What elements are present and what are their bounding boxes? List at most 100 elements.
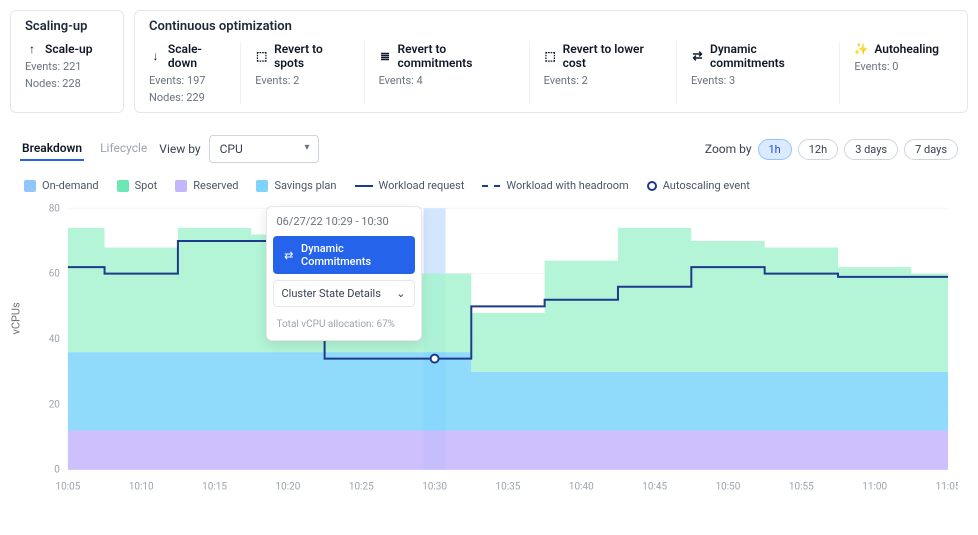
svg-text:10:20: 10:20 xyxy=(276,482,301,493)
zoom-pill-1h[interactable]: 1h xyxy=(758,139,792,160)
svg-text:10:15: 10:15 xyxy=(202,482,227,493)
metric-head: ↑ Scale-up xyxy=(25,42,92,56)
svg-text:10:25: 10:25 xyxy=(349,482,374,493)
metric-head: ⬚ Revert to lower cost xyxy=(544,42,662,70)
metric-revert-lower-cost[interactable]: ⬚ Revert to lower cost Events: 2 xyxy=(544,42,677,104)
metric-label: Revert to spots xyxy=(274,42,349,70)
autoscaling-event-marker xyxy=(431,355,439,363)
metric-revert-commitments[interactable]: ≣Revert to commitmentsEvents: 4 xyxy=(379,42,530,104)
area-Spot xyxy=(68,228,948,372)
svg-text:10:55: 10:55 xyxy=(789,482,814,493)
metric-label: Scale-up xyxy=(45,42,92,56)
legend-label: Spot xyxy=(135,179,158,192)
legend-label: Workload request xyxy=(379,179,465,192)
swap-icon: ⇄ xyxy=(283,248,296,262)
area-Reserved xyxy=(68,431,948,470)
tab-breakdown[interactable]: Breakdown xyxy=(20,137,84,161)
viewby-select[interactable]: CPU xyxy=(209,135,319,163)
chart-wrap: vCPUs 02040608010:0510:1010:1510:2010:25… xyxy=(20,198,958,498)
tooltip-time: 06/27/22 10:29 - 10:30 xyxy=(267,207,421,236)
metric-label: Autohealing xyxy=(874,42,939,56)
tooltip-badge[interactable]: ⇄ Dynamic Commitments xyxy=(273,236,415,274)
chart-controls: Breakdown Lifecycle View by CPU Zoom by 1… xyxy=(10,129,968,169)
metric-subline: Nodes: 229 xyxy=(149,91,226,104)
svg-text:80: 80 xyxy=(49,203,61,214)
legend-swatch xyxy=(256,180,268,192)
viewby-label: View by xyxy=(159,142,200,156)
chevron-down-icon: ⌄ xyxy=(396,287,405,300)
metric-cards-row: Scaling-up ↑ Scale-up Events: 221 Nodes: 22… xyxy=(10,10,968,113)
svg-text:10:50: 10:50 xyxy=(716,482,741,493)
legend-label: Reserved xyxy=(193,179,238,192)
zoom-pill-7days[interactable]: 7 days xyxy=(904,139,958,160)
metric-label: Revert to commitments xyxy=(398,42,515,70)
group-title: Scaling-up xyxy=(25,19,109,34)
y-axis-label: vCPUs xyxy=(10,302,23,334)
metric-head: ✨ Autohealing xyxy=(854,42,939,56)
metric-head: ↓ Scale-down xyxy=(149,42,226,70)
svg-text:10:05: 10:05 xyxy=(55,482,80,493)
legend-swatch xyxy=(355,185,373,187)
legend-item[interactable]: Autoscaling event xyxy=(647,179,750,192)
tooltip-footer: Total vCPU allocation: 67% xyxy=(267,313,421,340)
zoom-controls: Zoom by 1h 12h 3 days 7 days xyxy=(705,139,958,160)
metric-subline: Events: 197 xyxy=(149,74,226,87)
svg-text:10:10: 10:10 xyxy=(129,482,154,493)
legend-item[interactable]: On-demand xyxy=(24,179,99,192)
legend-swatch xyxy=(117,180,129,192)
scaling-up-group: Scaling-up ↑ Scale-up Events: 221 Nodes: 22… xyxy=(10,10,124,113)
metric-subline: Events: 3 xyxy=(691,74,825,87)
legend-label: Autoscaling event xyxy=(663,179,750,192)
metric-subline: Nodes: 228 xyxy=(25,77,92,90)
stack-icon: ≣ xyxy=(379,49,392,63)
metric-dynamic-commitments[interactable]: ⇄Dynamic commitments Events: 3 xyxy=(691,42,840,104)
metric-head: ⇄Dynamic commitments xyxy=(691,42,825,70)
legend-label: Savings plan xyxy=(274,179,336,192)
arrow-down-icon: ↓ xyxy=(149,49,162,63)
metric-autohealing[interactable]: ✨ Autohealing Events: 0 xyxy=(854,42,953,104)
tooltip-dropdown[interactable]: Cluster State Details ⌄ xyxy=(273,280,415,307)
svg-text:11:00: 11:00 xyxy=(862,482,887,493)
legend-swatch xyxy=(175,180,187,192)
metric-subline: Events: 221 xyxy=(25,60,92,73)
chart-legend: On-demand Spot Reserved Savings plan Workloa… xyxy=(10,169,968,198)
legend-item[interactable]: Workload request xyxy=(355,179,465,192)
svg-text:0: 0 xyxy=(54,465,60,476)
legend-swatch xyxy=(647,181,657,191)
cube-icon: ⬚ xyxy=(255,49,268,63)
metric-head: ≣ Revert to commitments xyxy=(379,42,515,70)
tabs: Breakdown Lifecycle xyxy=(20,137,149,161)
zoom-label: Zoom by xyxy=(705,142,752,156)
legend-swatch xyxy=(482,185,500,187)
zoom-pill-12h[interactable]: 12h xyxy=(798,139,838,160)
chart-tooltip: 06/27/22 10:29 - 10:30 ⇄ Dynamic Commitm… xyxy=(266,206,422,341)
metric-label: Scale-down xyxy=(168,42,226,70)
wand-icon: ✨ xyxy=(854,42,868,56)
svg-text:40: 40 xyxy=(49,334,61,345)
tag-icon: ⬚ xyxy=(544,49,557,63)
svg-text:20: 20 xyxy=(49,399,61,410)
legend-item[interactable]: Workload with headroom xyxy=(482,179,628,192)
svg-text:10:40: 10:40 xyxy=(569,482,594,493)
metric-label: Revert to lower cost xyxy=(563,42,662,70)
tab-lifecycle[interactable]: Lifecycle xyxy=(98,137,149,161)
metric-scale-up[interactable]: ↑ Scale-up Events: 221 Nodes: 228 xyxy=(25,42,106,90)
legend-label: On-demand xyxy=(42,179,99,192)
arrow-up-icon: ↑ xyxy=(25,42,39,56)
metric-subline: Events: 2 xyxy=(544,74,662,87)
svg-text:10:30: 10:30 xyxy=(422,482,447,493)
swap-icon: ⇄ xyxy=(691,49,704,63)
continuous-group: Continuous optimization ↓ Scale-down Event… xyxy=(134,10,968,113)
zoom-pill-3days[interactable]: 3 days xyxy=(844,139,898,160)
stacked-area-chart[interactable]: 02040608010:0510:1010:1510:2010:2510:301… xyxy=(20,198,958,498)
svg-text:10:35: 10:35 xyxy=(496,482,521,493)
legend-item[interactable]: Reserved xyxy=(175,179,238,192)
metric-revert-spots[interactable]: ⬚Revert to spotsEvents: 2 xyxy=(255,42,364,104)
metric-scale-down[interactable]: ↓ Scale-down Events: 197 Nodes: 229 xyxy=(149,42,241,104)
metric-head: ⬚ Revert to spots xyxy=(255,42,349,70)
viewby: View by CPU xyxy=(159,135,318,163)
metric-subline: Events: 0 xyxy=(854,60,939,73)
legend-item[interactable]: Spot xyxy=(117,179,158,192)
legend-item[interactable]: Savings plan xyxy=(256,179,336,192)
group-title: Continuous optimization xyxy=(149,19,953,34)
